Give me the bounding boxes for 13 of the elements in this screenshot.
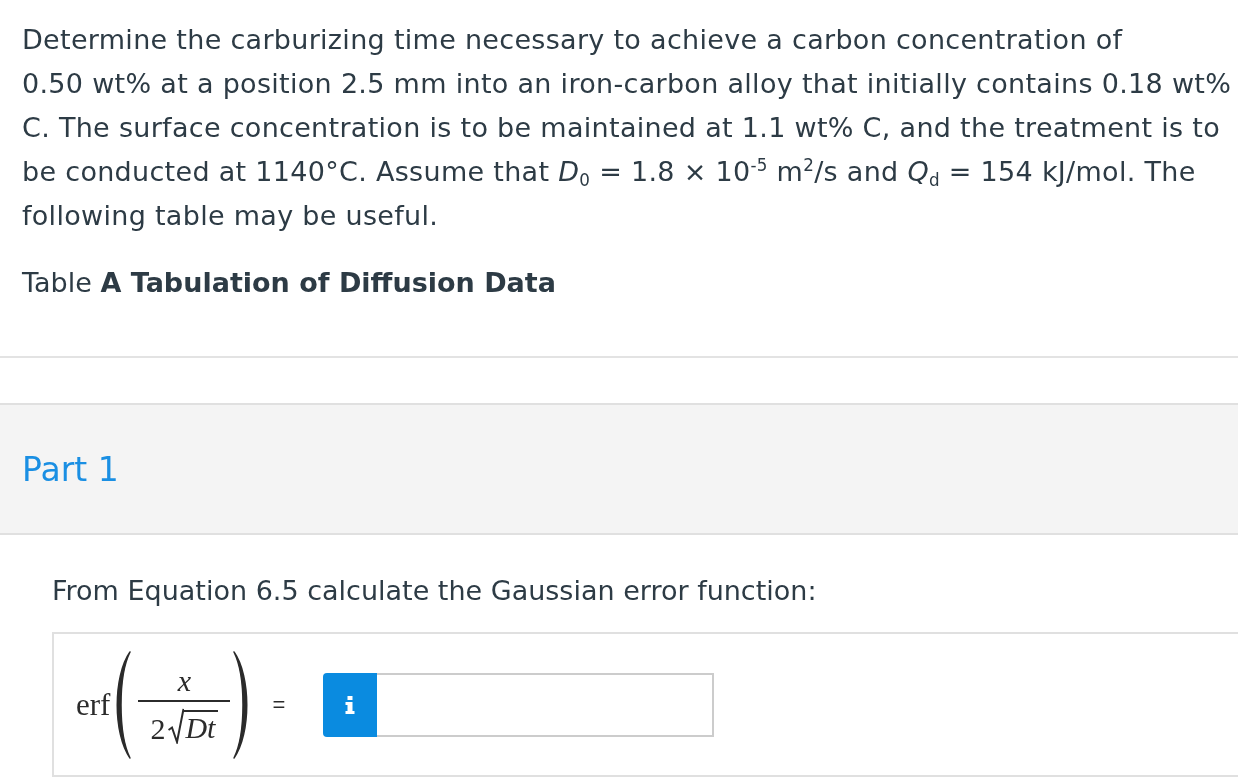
part-title: Part 1: [22, 449, 119, 489]
table-caption: Table A Tabulation of Diffusion Data: [22, 266, 557, 300]
question-text: Determine the carburizing time necessary to achieve a carbon concentration of 0.50 wt% at a position 2.5 mm into an iron-carbon alloy that initially contains 0.18 wt% C. The surface concentration is to be maintained at 1.1 wt% C, and the treatment is to be conducted at 1140°C. Assume that D$_{0}$ = 1.8 × 10$^{-5}$ m$^{2}$/s and Q$_{d}$ = 154 kJ/mol. The following table may be useful.: [22, 23, 1233, 233]
numerator-text: x: [177, 665, 192, 699]
info-icon: [345, 695, 356, 714]
radicand-text: Dt: [184, 709, 219, 744]
answer-field[interactable]: [377, 672, 715, 737]
prompt-text: From Equation 6.5 calculate the Gaussian error function:: [52, 574, 818, 608]
function-name: erf: [76, 689, 111, 720]
info-button[interactable]: [323, 672, 378, 737]
coefficient-text: 2: [150, 713, 166, 744]
radical-icon: [168, 707, 185, 744]
equals-sign: =: [272, 693, 286, 716]
